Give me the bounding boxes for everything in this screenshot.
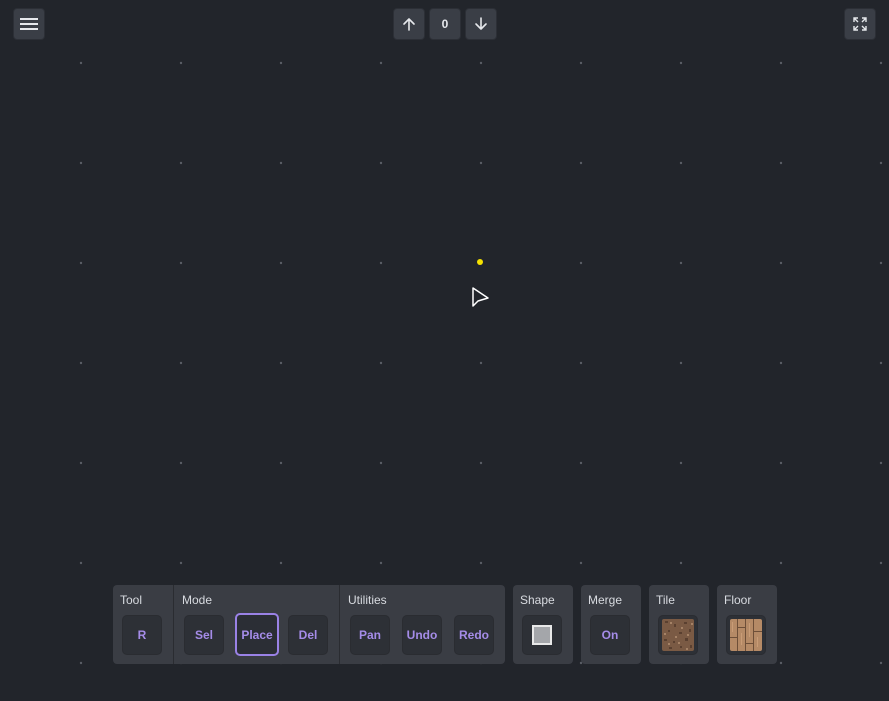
grid-dot <box>379 261 383 265</box>
mode-select-button[interactable]: Sel <box>184 615 224 655</box>
grid-dot <box>679 261 683 265</box>
grid-dot <box>879 361 883 365</box>
grid-dot <box>179 461 183 465</box>
grid-dot <box>179 361 183 365</box>
grid-dot <box>79 661 83 665</box>
grid-dot <box>879 61 883 65</box>
square-shape-icon <box>532 625 552 645</box>
grid-dot <box>79 61 83 65</box>
grid-dot <box>679 61 683 65</box>
mode-group-label: Mode <box>182 593 213 607</box>
grid-dot <box>179 61 183 65</box>
tile-select-button[interactable] <box>658 615 698 655</box>
wood-plank-floor-icon <box>730 619 762 651</box>
dirt-tile-icon <box>662 619 694 651</box>
pan-button[interactable]: Pan <box>350 615 390 655</box>
grid-dot <box>79 361 83 365</box>
grid-dot <box>479 161 483 165</box>
grid-dot <box>379 61 383 65</box>
grid-dot <box>579 461 583 465</box>
grid-dot <box>879 561 883 565</box>
mode-delete-button[interactable]: Del <box>288 615 328 655</box>
grid-dot <box>79 261 83 265</box>
shape-group-label: Shape <box>520 593 555 607</box>
grid-dot <box>579 61 583 65</box>
menu-button[interactable] <box>13 8 45 40</box>
grid-dot <box>479 61 483 65</box>
utilities-group-label: Utilities <box>348 593 387 607</box>
grid-dot <box>379 161 383 165</box>
arrow-up-icon <box>403 18 415 31</box>
grid-dot <box>679 561 683 565</box>
grid-dot <box>779 161 783 165</box>
grid-dot <box>579 361 583 365</box>
grid-dot <box>779 261 783 265</box>
toolbar-main-group: Tool R Mode Sel Place Del Utilities Pan … <box>113 585 505 664</box>
grid-dot <box>779 561 783 565</box>
merge-group-label: Merge <box>588 593 623 607</box>
floor-select-button[interactable] <box>726 615 766 655</box>
fullscreen-button[interactable] <box>844 8 876 40</box>
grid-dot <box>279 361 283 365</box>
grid-dot <box>779 661 783 665</box>
grid-dot <box>879 261 883 265</box>
grid-dot <box>279 261 283 265</box>
grid-dot <box>179 161 183 165</box>
grid-dot <box>879 161 883 165</box>
mode-place-button[interactable]: Place <box>235 613 279 656</box>
hamburger-menu-icon <box>20 18 38 30</box>
grid-dot <box>379 561 383 565</box>
grid-dot <box>779 361 783 365</box>
undo-button[interactable]: Undo <box>402 615 442 655</box>
tile-group-label: Tile <box>656 593 675 607</box>
grid-dot <box>579 261 583 265</box>
grid-dot <box>279 61 283 65</box>
group-divider <box>339 585 340 664</box>
grid-dot <box>879 661 883 665</box>
shape-select-button[interactable] <box>522 615 562 655</box>
grid-dot <box>579 561 583 565</box>
grid-dot <box>179 561 183 565</box>
tool-r-button[interactable]: R <box>122 615 162 655</box>
redo-button[interactable]: Redo <box>454 615 494 655</box>
grid-dot <box>479 561 483 565</box>
arrow-down-icon <box>475 17 487 30</box>
pointer-cursor-icon <box>472 287 489 307</box>
grid-dot <box>379 361 383 365</box>
tool-group-label: Tool <box>120 593 143 607</box>
grid-dot <box>679 161 683 165</box>
grid-dot <box>379 461 383 465</box>
grid-dot <box>679 461 683 465</box>
grid-dot <box>79 561 83 565</box>
floor-group: Floor <box>717 585 777 664</box>
grid-dot <box>779 461 783 465</box>
origin-marker <box>477 259 483 265</box>
shape-group: Shape <box>513 585 573 664</box>
merge-toggle-button[interactable]: On <box>590 615 630 655</box>
grid-dot <box>279 461 283 465</box>
grid-dot <box>279 561 283 565</box>
tile-group: Tile <box>649 585 709 664</box>
grid-dot <box>479 461 483 465</box>
floor-up-button[interactable] <box>393 8 425 40</box>
grid-dot <box>779 61 783 65</box>
grid-dot <box>179 261 183 265</box>
grid-dot <box>579 161 583 165</box>
floor-level-display: 0 <box>429 8 461 40</box>
floor-down-button[interactable] <box>465 8 497 40</box>
grid-dot <box>79 461 83 465</box>
grid-dot <box>879 461 883 465</box>
group-divider <box>173 585 174 664</box>
floor-group-label: Floor <box>724 593 752 607</box>
grid-dot <box>479 361 483 365</box>
grid-dot <box>79 161 83 165</box>
grid-dot <box>679 361 683 365</box>
merge-group: Merge On <box>581 585 641 664</box>
grid-dot <box>279 161 283 165</box>
fullscreen-icon <box>853 17 867 31</box>
